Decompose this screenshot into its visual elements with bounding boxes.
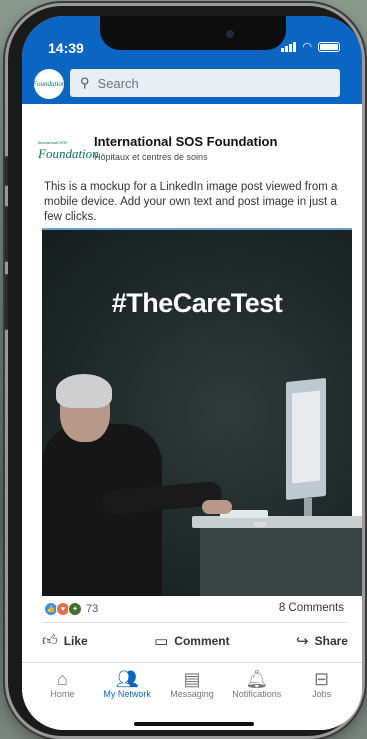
phone-screen: 14:39 ◠ Foundation ⚲ Search Internationa… bbox=[22, 16, 362, 730]
feed-post: International SOS Foundation Internation… bbox=[22, 104, 362, 662]
comment-icon: ▭ bbox=[154, 633, 169, 650]
share-button[interactable]: ↪ Share bbox=[296, 632, 348, 650]
desk-top-graphic bbox=[192, 516, 362, 528]
home-indicator[interactable] bbox=[134, 722, 254, 726]
post-image[interactable]: #TheCareTest bbox=[42, 228, 362, 596]
post-actions: 👍︎ Like ▭ Comment ↪ Share bbox=[42, 632, 348, 650]
comment-label: Comment bbox=[174, 634, 230, 648]
nav-jobs[interactable]: ⊟ Jobs bbox=[292, 663, 352, 730]
share-label: Share bbox=[314, 634, 348, 648]
divider bbox=[42, 622, 348, 623]
support-reaction-icon: ✦ bbox=[68, 602, 82, 616]
briefcase-icon: ⊟ bbox=[314, 669, 330, 689]
like-label: Like bbox=[63, 634, 88, 648]
volume-down-button bbox=[5, 274, 8, 330]
search-icon: ⚲ bbox=[80, 75, 90, 90]
search-bar[interactable]: ⚲ Search bbox=[70, 69, 340, 97]
status-icons: ◠ bbox=[281, 40, 340, 53]
mouse-graphic bbox=[254, 522, 266, 527]
share-icon: ↪ bbox=[296, 633, 309, 650]
home-icon: ⌂ bbox=[56, 669, 68, 689]
notch bbox=[100, 16, 286, 50]
desk-graphic bbox=[200, 526, 362, 596]
nav-messaging-label: Messaging bbox=[170, 689, 214, 699]
post-body: This is a mockup for a LinkedIn image po… bbox=[44, 181, 338, 223]
nav-my-network-label: My Network bbox=[103, 689, 151, 699]
thumbs-up-icon: 👍︎ bbox=[42, 632, 58, 649]
mute-switch bbox=[5, 156, 8, 186]
comment-button[interactable]: ▭ Comment bbox=[154, 632, 230, 650]
post-author[interactable]: International SOS Foundation Internation… bbox=[38, 134, 277, 162]
nav-notifications[interactable]: 🔔︎ Notifications bbox=[227, 663, 287, 730]
signal-icon bbox=[281, 41, 297, 52]
nav-jobs-label: Jobs bbox=[312, 689, 332, 699]
avatar-logo-text: Foundation bbox=[32, 80, 66, 88]
status-time: 14:39 bbox=[48, 40, 84, 56]
author-info: International SOS Foundation Hôpitaux et… bbox=[94, 134, 277, 162]
monitor-screen-graphic bbox=[292, 390, 320, 484]
wifi-icon: ◠ bbox=[302, 41, 312, 53]
battery-icon bbox=[318, 41, 340, 52]
camera-icon bbox=[226, 30, 234, 38]
nav-home-label: Home bbox=[50, 689, 75, 699]
author-name[interactable]: International SOS Foundation bbox=[94, 134, 277, 149]
reactions-summary[interactable]: 👍 ♥ ✦ 73 bbox=[44, 602, 98, 616]
bottom-nav: ⌂ Home 👥︎ My Network ▤ Messaging 🔔︎ Noti… bbox=[22, 662, 362, 730]
network-icon: 👥︎ bbox=[115, 669, 139, 689]
image-hashtag: #TheCareTest bbox=[111, 288, 283, 318]
nav-home[interactable]: ⌂ Home bbox=[32, 663, 92, 730]
nav-my-network[interactable]: 👥︎ My Network bbox=[97, 663, 157, 730]
person-hair-graphic bbox=[56, 374, 112, 408]
nav-notifications-label: Notifications bbox=[232, 689, 282, 699]
author-logo: International SOS Foundation bbox=[38, 140, 99, 161]
search-input[interactable]: Search bbox=[98, 76, 139, 91]
like-button[interactable]: 👍︎ Like bbox=[42, 632, 88, 650]
author-subtitle: Hôpitaux et centres de soins bbox=[94, 152, 208, 162]
person-hand-graphic bbox=[202, 500, 232, 514]
nav-messaging[interactable]: ▤ Messaging bbox=[162, 663, 222, 730]
profile-avatar[interactable]: Foundation bbox=[32, 69, 66, 99]
comment-count[interactable]: 8 Comments bbox=[279, 602, 344, 614]
reaction-count: 73 bbox=[86, 603, 99, 615]
messaging-icon: ▤ bbox=[183, 669, 201, 689]
volume-up-button bbox=[5, 206, 8, 262]
bell-icon: 🔔︎ bbox=[245, 669, 269, 689]
